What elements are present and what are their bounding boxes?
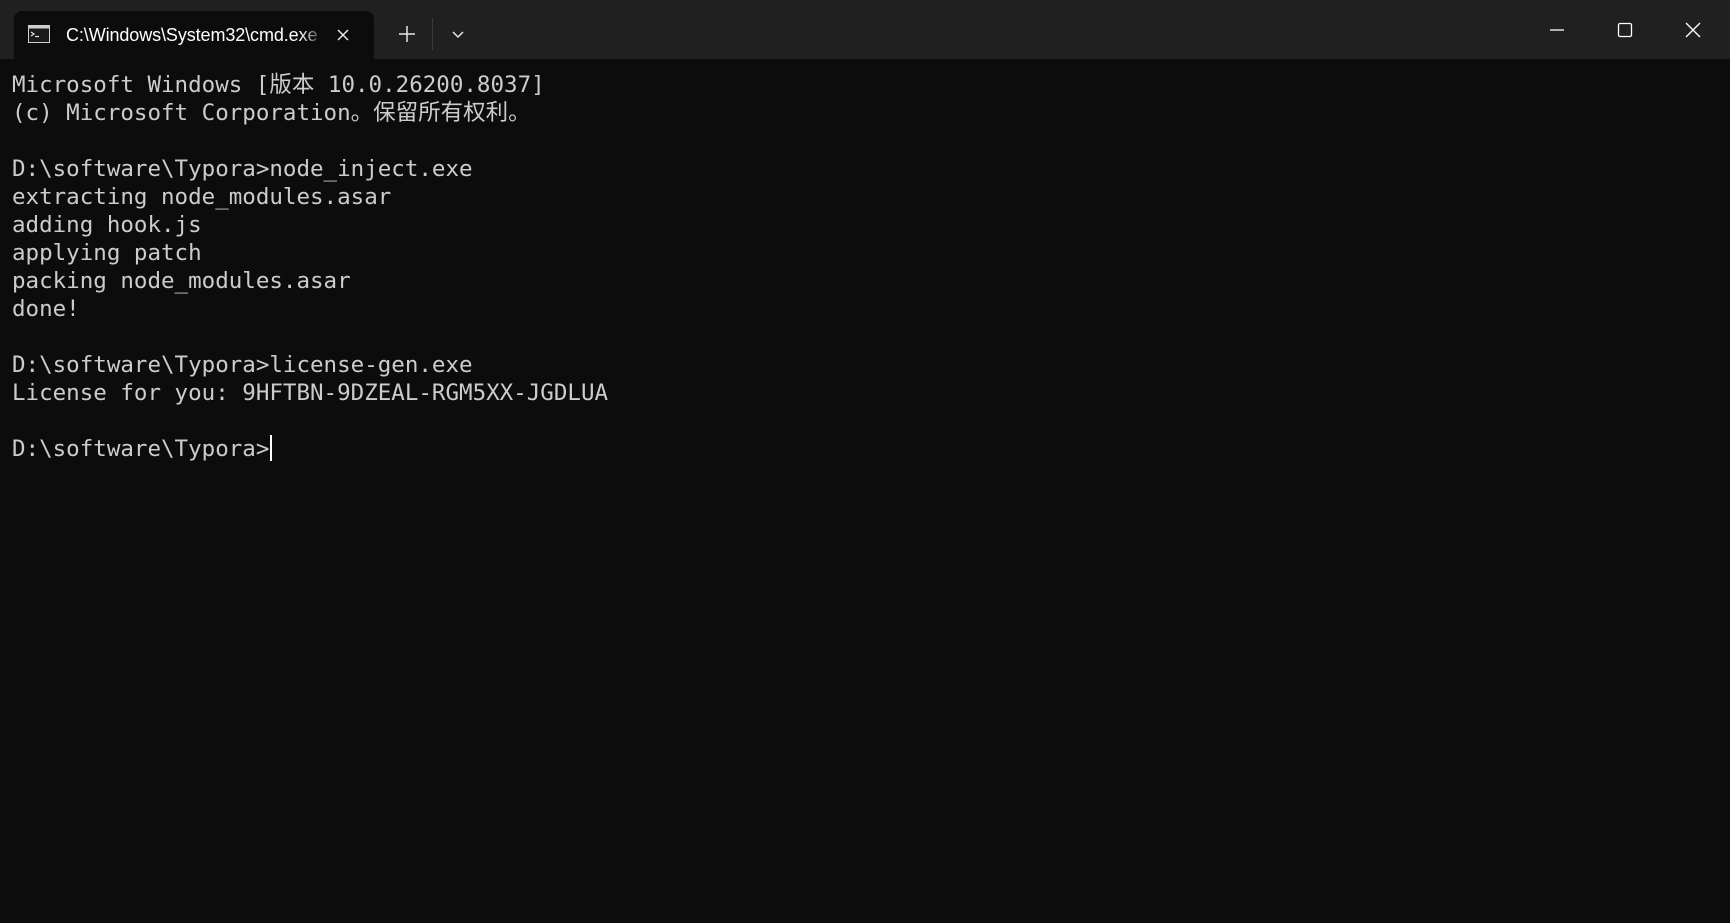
terminal-line: Microsoft Windows [版本 10.0.26200.8037] <box>12 72 545 98</box>
close-window-button[interactable] <box>1659 0 1727 59</box>
terminal-line: done! <box>12 296 80 322</box>
minimize-icon <box>1550 29 1564 31</box>
tab-title: C:\Windows\System32\cmd.exe <box>66 25 318 45</box>
terminal-window: C:\Windows\System32\cmd.exe Microsoft Wi… <box>0 0 1730 923</box>
close-icon <box>1685 22 1701 38</box>
terminal-prompt: D:\software\Typora> <box>12 436 270 462</box>
terminal-prompt-line[interactable]: D:\software\Typora> <box>12 435 608 463</box>
chevron-down-icon[interactable] <box>440 16 476 52</box>
terminal-line: License for you: 9HFTBN-9DZEAL-RGM5XX-JG… <box>12 380 609 406</box>
terminal-line: packing node_modules.asar <box>12 268 351 294</box>
maximize-icon <box>1617 22 1633 38</box>
new-tab-plus-icon[interactable] <box>389 16 425 52</box>
text-cursor <box>270 435 273 461</box>
terminal-line: D:\software\Typora>node_inject.exe <box>12 156 473 182</box>
terminal-output[interactable]: Microsoft Windows [版本 10.0.26200.8037] (… <box>0 59 1730 923</box>
command-prompt-icon <box>28 25 50 43</box>
terminal-line: adding hook.js <box>12 212 202 238</box>
terminal-lines: Microsoft Windows [版本 10.0.26200.8037] (… <box>12 71 608 463</box>
terminal-line: (c) Microsoft Corporation。保留所有权利。 <box>12 100 531 126</box>
terminal-line: applying patch <box>12 240 202 266</box>
terminal-line: D:\software\Typora>license-gen.exe <box>12 352 473 378</box>
maximize-button[interactable] <box>1591 0 1659 59</box>
minimize-button[interactable] <box>1523 0 1591 59</box>
title-bar[interactable]: C:\Windows\System32\cmd.exe <box>0 0 1730 59</box>
tab-separator <box>432 18 433 50</box>
tab-cmd[interactable]: C:\Windows\System32\cmd.exe <box>14 11 374 59</box>
tab-close-icon[interactable] <box>330 22 356 48</box>
terminal-line: extracting node_modules.asar <box>12 184 392 210</box>
